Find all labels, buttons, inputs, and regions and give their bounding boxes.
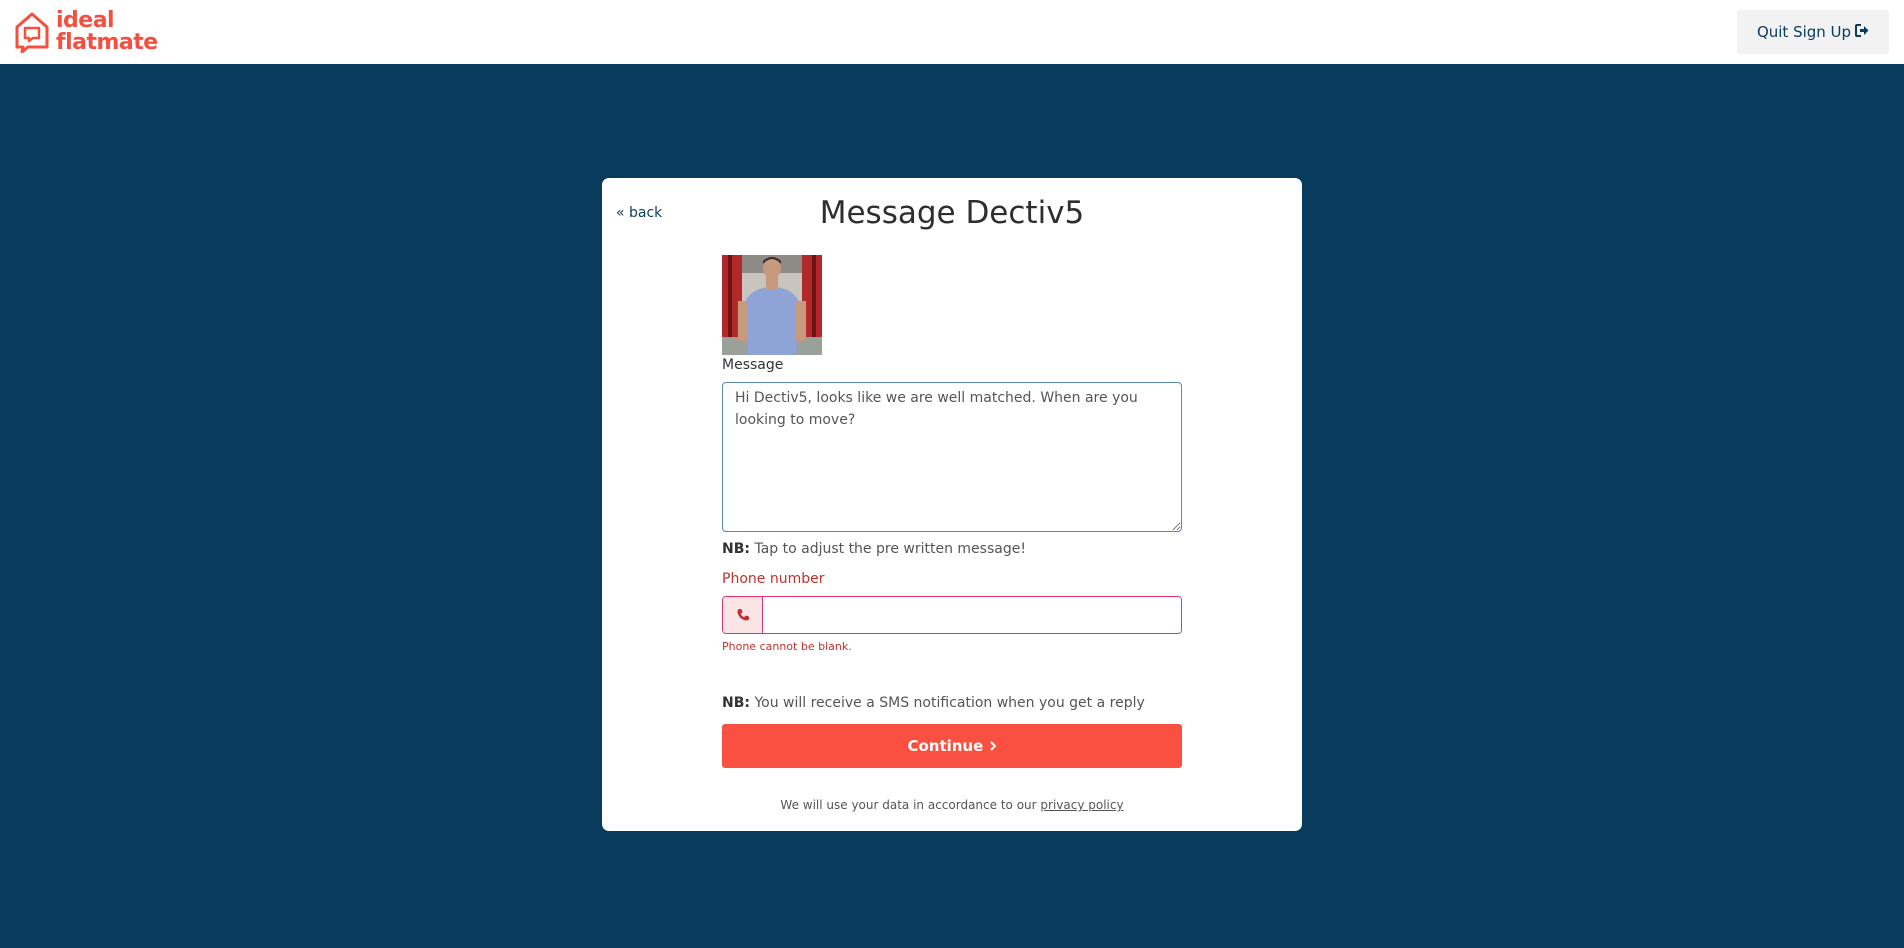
privacy-text: We will use your data in accordance to o… [780, 798, 1037, 812]
logo[interactable]: ideal flatmate [14, 9, 158, 55]
phone-icon [723, 597, 763, 633]
quit-sign-up-label: Quit Sign Up [1756, 23, 1852, 41]
continue-button[interactable]: Continue [722, 724, 1182, 768]
sms-notification-note: NB: You will receive a SMS notification … [722, 695, 1145, 711]
adjust-message-text: Tap to adjust the pre written message! [754, 541, 1026, 557]
quit-sign-up-button[interactable]: Quit Sign Up [1737, 10, 1889, 54]
logo-text: ideal flatmate [56, 10, 158, 54]
adjust-message-note: NB: Tap to adjust the pre written messag… [722, 541, 1026, 557]
sign-out-icon [1855, 23, 1869, 41]
message-card: « back Message Dectiv5 Message Hi Dectiv… [602, 178, 1302, 831]
privacy-note: We will use your data in accordance to o… [602, 798, 1302, 812]
logo-line-2: flatmate [56, 30, 158, 55]
continue-label: Continue [907, 737, 984, 755]
phone-number-input[interactable] [763, 597, 1181, 633]
sms-notification-text: You will receive a SMS notification when… [754, 695, 1145, 711]
top-bar: ideal flatmate Quit Sign Up [0, 0, 1904, 64]
logo-line-1: ideal [56, 8, 115, 33]
page-title: Message Dectiv5 [819, 195, 1085, 231]
phone-input-group [722, 596, 1182, 634]
chevron-right-icon [989, 737, 997, 755]
house-speech-icon [14, 11, 50, 53]
message-label: Message [722, 357, 784, 373]
privacy-policy-link[interactable]: privacy policy [1040, 798, 1123, 812]
message-textarea[interactable]: Hi Dectiv5, looks like we are well match… [722, 382, 1182, 532]
nb-prefix: NB: [722, 695, 750, 711]
avatar [722, 255, 822, 355]
phone-number-label: Phone number [722, 571, 825, 587]
phone-error-message: Phone cannot be blank. [722, 640, 852, 653]
nb-prefix: NB: [722, 541, 750, 557]
